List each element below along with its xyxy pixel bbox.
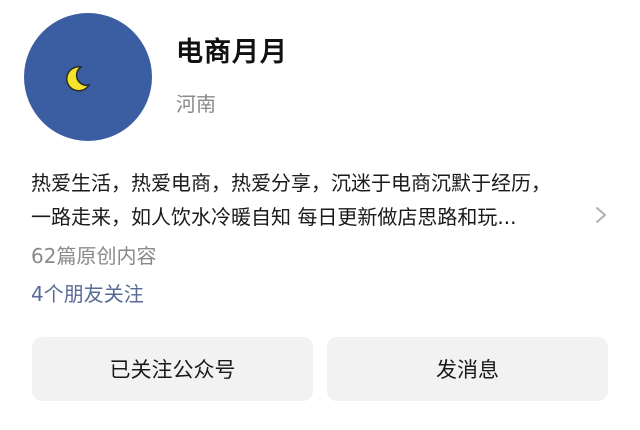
chevron-right-icon[interactable] <box>594 205 608 225</box>
bio-line-1: 热爱生活，热爱电商，热爱分享，沉迷于电商沉默于经历， <box>31 171 551 195</box>
account-name: 电商月月 <box>176 37 288 68</box>
send-message-button[interactable]: 发消息 <box>327 337 608 401</box>
account-bio[interactable]: 热爱生活，热爱电商，热爱分享，沉迷于电商沉默于经历， 一路走来，如人饮水冷暖自知… <box>31 166 599 234</box>
original-article-count[interactable]: 62篇原创内容 <box>31 240 156 269</box>
account-location: 河南 <box>176 92 216 116</box>
followed-button[interactable]: 已关注公众号 <box>32 337 313 401</box>
bio-line-2: 一路走来，如人饮水冷暖自知 每日更新做店思路和玩... <box>31 205 517 229</box>
friends-following-link[interactable]: 4个朋友关注 <box>31 278 144 307</box>
crescent-moon-icon <box>66 66 91 92</box>
